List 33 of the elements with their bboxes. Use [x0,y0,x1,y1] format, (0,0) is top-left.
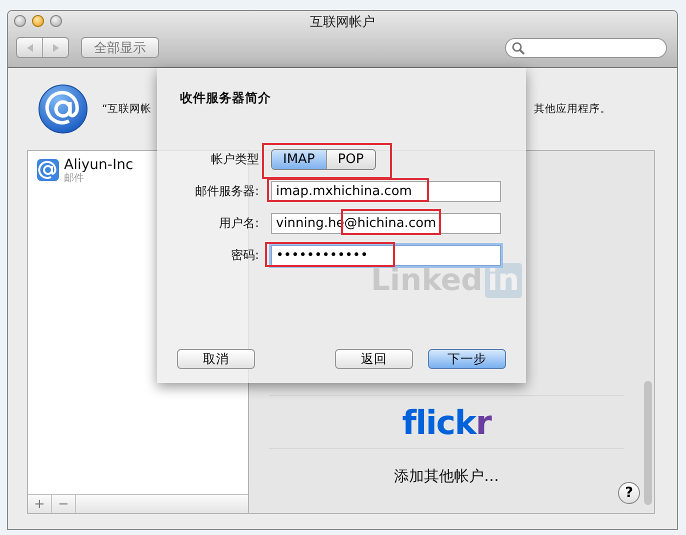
field-label: 用户名: [218,214,259,232]
field-label: 邮件服务器: [194,182,259,200]
description-text: “互联网帐 [102,102,152,116]
field-label: 帐户类型 [210,150,259,168]
search-icon [511,40,525,54]
zoom-button[interactable] [50,15,62,27]
sheet-title: 收件服务器简介 [180,90,272,107]
window-title: 互联网帐户 [310,14,375,31]
scroll-thumb[interactable] [644,381,652,505]
account-name: Aliyun-Inc [64,158,134,173]
description-text: 其他应用程序。 [534,102,611,116]
field-label: 密码: [230,246,259,264]
account-type: 邮件 [64,173,85,185]
back-icon [24,42,34,52]
show-all-button[interactable]: 全部显示 [81,37,159,58]
at-sign-icon [38,84,88,134]
minimize-button[interactable] [32,15,44,27]
input-field[interactable]: imap.mxhichina.com [271,180,501,202]
segment-tab[interactable]: POP [326,150,375,168]
dialog-button[interactable]: 下一步 [428,349,506,369]
remove-button[interactable]: − [52,495,76,513]
password-field[interactable]: •••••••••••• [271,244,501,266]
add-account-link[interactable]: 添加其他帐户… [394,466,499,486]
flickr-logo[interactable]: flickr [402,402,491,442]
forward-icon [50,42,60,52]
add-button[interactable]: + [28,495,52,513]
close-button[interactable] [14,15,26,27]
segment-tab[interactable]: IMAP [272,150,326,168]
search-field[interactable] [505,38,667,58]
help-button[interactable]: ? [618,482,640,504]
dialog-button[interactable]: 返回 [335,349,413,369]
dialog-button[interactable]: 取消 [177,349,255,369]
at-sign-icon [36,158,60,182]
